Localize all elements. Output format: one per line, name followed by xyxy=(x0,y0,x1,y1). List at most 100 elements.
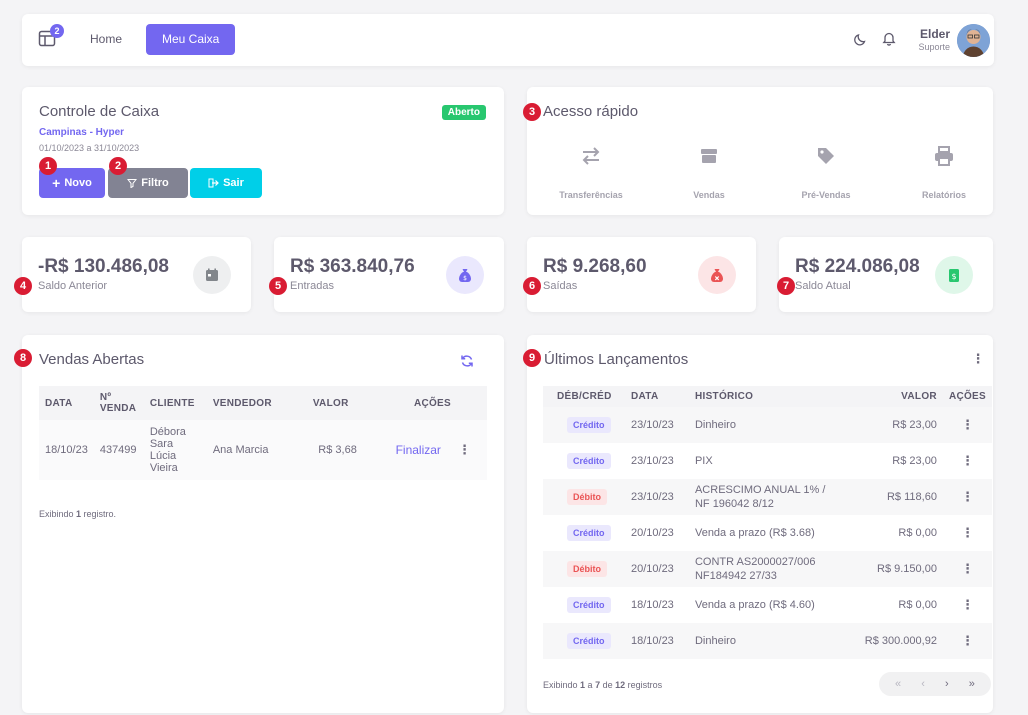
cell-vendedor: Ana Marcia xyxy=(206,420,307,480)
cell-data: 18/10/23 xyxy=(624,623,689,659)
more-vertical-icon[interactable]: ⋮ xyxy=(961,417,974,432)
cell-valor: R$ 0,00 xyxy=(898,599,937,611)
store-name: Campinas - Hyper xyxy=(39,127,125,138)
box-icon xyxy=(701,149,717,163)
cell-historico: ACRESCIMO ANUAL 1% / NF 196042 8/12 xyxy=(688,479,839,515)
refresh-icon[interactable] xyxy=(460,354,474,368)
cell-tipo: Débito xyxy=(543,551,625,587)
cell-data: 23/10/23 xyxy=(624,407,689,443)
card-title: Vendas Abertas xyxy=(39,351,145,368)
acesso-rapido-card: Acesso rápido Transferências Vendas Pré-… xyxy=(527,87,993,215)
table-footer: Exibindo 1 a 7 de 12 registros xyxy=(543,680,662,690)
calendar-icon xyxy=(193,256,231,294)
type-badge: Crédito xyxy=(567,597,611,613)
vendas-abertas-card: Vendas Abertas DATA Nº VENDA CLIENTE VEN… xyxy=(22,335,504,713)
more-vertical-icon[interactable]: ⋮ xyxy=(961,597,974,612)
cash-icon: $ xyxy=(935,256,973,294)
more-vertical-icon[interactable]: ⋮ xyxy=(961,525,974,540)
col-header: DATA xyxy=(39,386,94,420)
more-vertical-icon[interactable]: ⋮ xyxy=(458,442,471,457)
cell-historico: Dinheiro xyxy=(688,407,839,443)
type-badge: Débito xyxy=(567,561,607,577)
stat-value: R$ 363.840,76 xyxy=(290,256,415,277)
cell-historico: PIX xyxy=(694,454,713,467)
stat-value: R$ 9.268,60 xyxy=(543,256,647,277)
printer-icon xyxy=(935,146,953,166)
cell-acoes: ⋮ xyxy=(942,551,992,587)
footer-text: registro. xyxy=(81,509,117,519)
finalizar-link[interactable]: Finalizar xyxy=(396,443,441,457)
col-header: VALOR xyxy=(838,386,943,407)
next-page-button[interactable]: › xyxy=(945,678,949,690)
col-header: VALOR xyxy=(306,386,367,420)
col-header: HISTÓRICO xyxy=(688,386,839,407)
card-title: Controle de Caixa xyxy=(39,103,160,120)
sair-button[interactable]: Sair xyxy=(190,168,262,198)
user-info[interactable]: Elder Suporte xyxy=(918,27,950,52)
status-badge: Aberto xyxy=(441,105,486,120)
last-page-button[interactable]: » xyxy=(969,678,975,690)
novo-label: Novo xyxy=(64,177,92,189)
bell-icon[interactable] xyxy=(882,31,896,46)
stat-saldo-atual: R$ 224.086,08 Saldo Atual $ xyxy=(779,237,993,312)
quick-transferencias[interactable]: Transferências xyxy=(546,145,636,200)
svg-text:$: $ xyxy=(951,272,956,281)
cell-acoes: ⋮ xyxy=(943,443,992,479)
first-page-button[interactable]: « xyxy=(895,678,901,690)
cell-data: 23/10/23 xyxy=(624,479,689,515)
cell-acoes: ⋮ xyxy=(943,587,992,623)
ultimos-lancamentos-card: Últimos Lançamentos ⋮ DÉB/CRÉD DATA HIST… xyxy=(527,335,993,713)
moon-icon[interactable] xyxy=(854,32,868,46)
cell-historico: CONTR AS2000027/006 NF184942 27/33 xyxy=(688,551,839,587)
stat-value: -R$ 130.486,08 xyxy=(38,256,169,277)
table-row: Crédito 18/10/23 Dinheiro R$ 300.000,92 ⋮ xyxy=(543,623,992,659)
controle-caixa-card: Controle de Caixa Campinas - Hyper 01/10… xyxy=(22,87,504,215)
logout-icon xyxy=(208,178,219,188)
cell-data: 18/10/23 xyxy=(630,599,674,611)
nav-meu-caixa-button[interactable]: Meu Caixa xyxy=(146,24,236,55)
top-navbar: 2 Home Meu Caixa Elder Suporte xyxy=(22,14,994,66)
stat-value: R$ 224.086,08 xyxy=(795,256,920,277)
user-role: Suporte xyxy=(918,42,950,52)
cell-acoes: ⋮ xyxy=(942,623,992,659)
cell-data: 20/10/23 xyxy=(630,527,674,539)
marker-3: 3 xyxy=(523,103,541,121)
filtro-label: Filtro xyxy=(141,177,169,189)
more-vertical-icon[interactable]: ⋮ xyxy=(961,633,974,648)
cell-historico: Venda a prazo (R$ 4.60) xyxy=(694,598,815,611)
plus-icon: + xyxy=(52,175,61,191)
cell-data: 18/10/23 xyxy=(39,420,94,480)
table-row: Crédito 18/10/23 Venda a prazo (R$ 4.60) R$… xyxy=(543,587,992,623)
nav-home-link[interactable]: Home xyxy=(90,32,122,46)
money-bag-x-icon xyxy=(698,256,736,294)
cell-data: 20/10/23 xyxy=(624,551,689,587)
money-bag-icon: $ xyxy=(446,256,484,294)
table-row: Crédito 23/10/23 PIX R$ 23,00 ⋮ xyxy=(543,443,992,479)
more-vertical-icon[interactable]: ⋮ xyxy=(961,561,974,576)
cell-acoes: Finalizar ⋮ xyxy=(366,420,487,480)
period-range: 01/10/2023 a 31/10/2023 xyxy=(39,143,140,153)
quick-pre-vendas[interactable]: Pré-Vendas xyxy=(781,145,871,200)
more-vertical-icon[interactable]: ⋮ xyxy=(961,453,974,468)
cell-valor: R$ 118,60 xyxy=(838,479,943,515)
more-vertical-icon[interactable]: ⋮ xyxy=(961,489,974,504)
footer-text: de xyxy=(600,680,616,690)
stat-saldo-anterior: -R$ 130.486,08 Saldo Anterior xyxy=(22,237,251,312)
cell-tipo: Débito xyxy=(543,479,625,515)
sair-label: Sair xyxy=(223,177,244,189)
quick-relatorios[interactable]: Relatórios xyxy=(899,145,989,200)
table-row: Crédito 20/10/23 Venda a prazo (R$ 3.68) R$… xyxy=(543,515,992,551)
quick-vendas[interactable]: Vendas xyxy=(664,145,754,200)
cell-valor: R$ 3,68 xyxy=(306,420,367,480)
avatar[interactable] xyxy=(957,24,990,57)
marker-2: 2 xyxy=(109,157,127,175)
card-title: Acesso rápido xyxy=(543,103,639,120)
type-badge: Crédito xyxy=(567,453,611,469)
cell-valor: R$ 300.000,92 xyxy=(838,623,943,659)
prev-page-button[interactable]: ‹ xyxy=(921,678,925,690)
more-vertical-icon[interactable]: ⋮ xyxy=(971,351,985,367)
cell-data: 23/10/23 xyxy=(630,455,674,467)
stat-label: Saídas xyxy=(543,280,578,292)
col-header: AÇÕES xyxy=(366,386,487,420)
notification-count-badge: 2 xyxy=(50,24,64,38)
